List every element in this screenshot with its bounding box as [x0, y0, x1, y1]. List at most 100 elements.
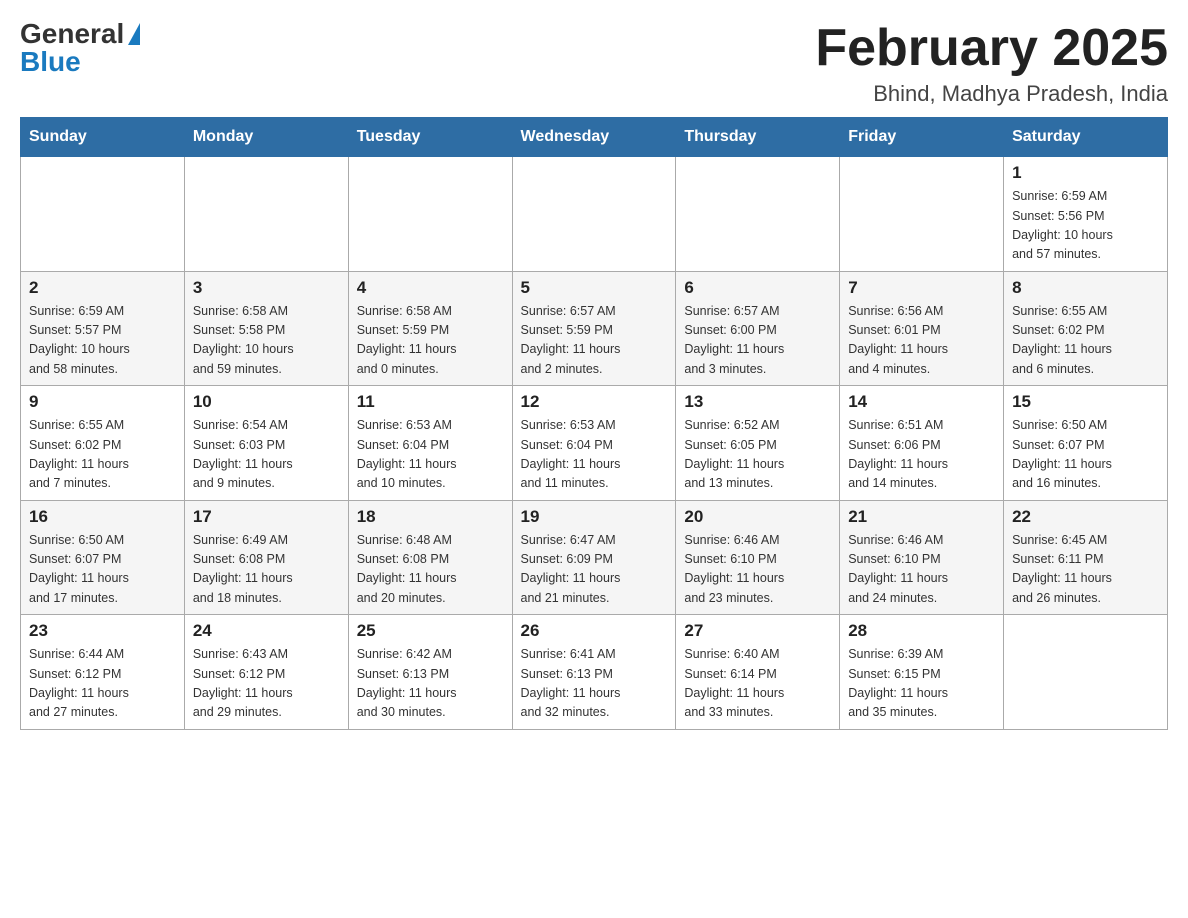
- day-number: 20: [684, 507, 831, 527]
- day-number: 3: [193, 278, 340, 298]
- day-number: 1: [1012, 163, 1159, 183]
- day-number: 7: [848, 278, 995, 298]
- day-number: 16: [29, 507, 176, 527]
- day-info: Sunrise: 6:53 AMSunset: 6:04 PMDaylight:…: [357, 416, 504, 494]
- day-number: 5: [521, 278, 668, 298]
- day-number: 10: [193, 392, 340, 412]
- calendar-table: SundayMondayTuesdayWednesdayThursdayFrid…: [20, 117, 1168, 730]
- day-info: Sunrise: 6:43 AMSunset: 6:12 PMDaylight:…: [193, 645, 340, 723]
- title-section: February 2025 Bhind, Madhya Pradesh, Ind…: [815, 20, 1168, 107]
- day-info: Sunrise: 6:41 AMSunset: 6:13 PMDaylight:…: [521, 645, 668, 723]
- day-info: Sunrise: 6:48 AMSunset: 6:08 PMDaylight:…: [357, 531, 504, 609]
- header-sunday: Sunday: [21, 118, 185, 157]
- day-number: 28: [848, 621, 995, 641]
- header-thursday: Thursday: [676, 118, 840, 157]
- day-info: Sunrise: 6:49 AMSunset: 6:08 PMDaylight:…: [193, 531, 340, 609]
- calendar-cell: 6 Sunrise: 6:57 AMSunset: 6:00 PMDaylight…: [676, 271, 840, 386]
- calendar-cell: 2 Sunrise: 6:59 AMSunset: 5:57 PMDaylight…: [21, 271, 185, 386]
- day-number: 14: [848, 392, 995, 412]
- day-info: Sunrise: 6:50 AMSunset: 6:07 PMDaylight:…: [29, 531, 176, 609]
- calendar-cell: 8Sunrise: 6:55 AMSunset: 6:02 PMDaylight…: [1004, 271, 1168, 386]
- logo-blue-text: Blue: [20, 48, 81, 76]
- day-number: 22: [1012, 507, 1159, 527]
- calendar-cell: 24 Sunrise: 6:43 AMSunset: 6:12 PMDayligh…: [184, 615, 348, 730]
- calendar-week-5: 23 Sunrise: 6:44 AMSunset: 6:12 PMDayligh…: [21, 615, 1168, 730]
- calendar-cell: 12 Sunrise: 6:53 AMSunset: 6:04 PMDayligh…: [512, 386, 676, 501]
- calendar-cell: [21, 157, 185, 272]
- day-number: 15: [1012, 392, 1159, 412]
- calendar-cell: 16 Sunrise: 6:50 AMSunset: 6:07 PMDayligh…: [21, 500, 185, 615]
- calendar-cell: 20 Sunrise: 6:46 AMSunset: 6:10 PMDayligh…: [676, 500, 840, 615]
- day-info: Sunrise: 6:42 AMSunset: 6:13 PMDaylight:…: [357, 645, 504, 723]
- calendar-cell: [512, 157, 676, 272]
- calendar-header-row: SundayMondayTuesdayWednesdayThursdayFrid…: [21, 118, 1168, 157]
- day-info: Sunrise: 6:44 AMSunset: 6:12 PMDaylight:…: [29, 645, 176, 723]
- calendar-cell: 26 Sunrise: 6:41 AMSunset: 6:13 PMDayligh…: [512, 615, 676, 730]
- day-info: Sunrise: 6:57 AMSunset: 6:00 PMDaylight:…: [684, 302, 831, 380]
- day-info: Sunrise: 6:39 AMSunset: 6:15 PMDaylight:…: [848, 645, 995, 723]
- day-info: Sunrise: 6:58 AMSunset: 5:59 PMDaylight:…: [357, 302, 504, 380]
- calendar-cell: [1004, 615, 1168, 730]
- calendar-cell: [348, 157, 512, 272]
- day-info: Sunrise: 6:50 AMSunset: 6:07 PMDaylight:…: [1012, 416, 1159, 494]
- day-info: Sunrise: 6:55 AMSunset: 6:02 PMDaylight:…: [29, 416, 176, 494]
- header-wednesday: Wednesday: [512, 118, 676, 157]
- calendar-cell: [676, 157, 840, 272]
- calendar-cell: 9 Sunrise: 6:55 AMSunset: 6:02 PMDaylight…: [21, 386, 185, 501]
- calendar-cell: 5Sunrise: 6:57 AMSunset: 5:59 PMDaylight…: [512, 271, 676, 386]
- day-info: Sunrise: 6:59 AMSunset: 5:57 PMDaylight:…: [29, 302, 176, 380]
- day-number: 4: [357, 278, 504, 298]
- calendar-week-1: 1 Sunrise: 6:59 AMSunset: 5:56 PMDaylight…: [21, 157, 1168, 272]
- day-info: Sunrise: 6:53 AMSunset: 6:04 PMDaylight:…: [521, 416, 668, 494]
- day-number: 6: [684, 278, 831, 298]
- calendar-cell: [840, 157, 1004, 272]
- calendar-week-4: 16 Sunrise: 6:50 AMSunset: 6:07 PMDayligh…: [21, 500, 1168, 615]
- day-info: Sunrise: 6:47 AMSunset: 6:09 PMDaylight:…: [521, 531, 668, 609]
- month-title: February 2025: [815, 20, 1168, 77]
- page-header: General Blue February 2025 Bhind, Madhya…: [20, 20, 1168, 107]
- calendar-cell: 15 Sunrise: 6:50 AMSunset: 6:07 PMDayligh…: [1004, 386, 1168, 501]
- day-number: 18: [357, 507, 504, 527]
- day-number: 13: [684, 392, 831, 412]
- day-info: Sunrise: 6:51 AMSunset: 6:06 PMDaylight:…: [848, 416, 995, 494]
- day-number: 12: [521, 392, 668, 412]
- day-info: Sunrise: 6:59 AMSunset: 5:56 PMDaylight:…: [1012, 187, 1159, 265]
- calendar-cell: 14 Sunrise: 6:51 AMSunset: 6:06 PMDayligh…: [840, 386, 1004, 501]
- calendar-cell: 22 Sunrise: 6:45 AMSunset: 6:11 PMDayligh…: [1004, 500, 1168, 615]
- day-number: 25: [357, 621, 504, 641]
- calendar-cell: 10 Sunrise: 6:54 AMSunset: 6:03 PMDayligh…: [184, 386, 348, 501]
- calendar-cell: 25 Sunrise: 6:42 AMSunset: 6:13 PMDayligh…: [348, 615, 512, 730]
- header-saturday: Saturday: [1004, 118, 1168, 157]
- calendar-cell: 7Sunrise: 6:56 AMSunset: 6:01 PMDaylight…: [840, 271, 1004, 386]
- day-number: 2: [29, 278, 176, 298]
- calendar-cell: 17 Sunrise: 6:49 AMSunset: 6:08 PMDayligh…: [184, 500, 348, 615]
- day-number: 26: [521, 621, 668, 641]
- day-info: Sunrise: 6:45 AMSunset: 6:11 PMDaylight:…: [1012, 531, 1159, 609]
- calendar-cell: 3 Sunrise: 6:58 AMSunset: 5:58 PMDaylight…: [184, 271, 348, 386]
- logo-triangle-icon: [128, 23, 140, 45]
- calendar-cell: 1 Sunrise: 6:59 AMSunset: 5:56 PMDaylight…: [1004, 157, 1168, 272]
- day-number: 21: [848, 507, 995, 527]
- day-number: 24: [193, 621, 340, 641]
- day-number: 27: [684, 621, 831, 641]
- calendar-cell: 21 Sunrise: 6:46 AMSunset: 6:10 PMDayligh…: [840, 500, 1004, 615]
- day-info: Sunrise: 6:55 AMSunset: 6:02 PMDaylight:…: [1012, 302, 1159, 380]
- logo: General Blue: [20, 20, 140, 76]
- calendar-cell: 11 Sunrise: 6:53 AMSunset: 6:04 PMDayligh…: [348, 386, 512, 501]
- calendar-cell: [184, 157, 348, 272]
- day-number: 17: [193, 507, 340, 527]
- location-title: Bhind, Madhya Pradesh, India: [815, 81, 1168, 107]
- calendar-week-3: 9 Sunrise: 6:55 AMSunset: 6:02 PMDaylight…: [21, 386, 1168, 501]
- day-info: Sunrise: 6:46 AMSunset: 6:10 PMDaylight:…: [848, 531, 995, 609]
- day-number: 11: [357, 392, 504, 412]
- day-info: Sunrise: 6:58 AMSunset: 5:58 PMDaylight:…: [193, 302, 340, 380]
- header-monday: Monday: [184, 118, 348, 157]
- day-number: 23: [29, 621, 176, 641]
- day-info: Sunrise: 6:54 AMSunset: 6:03 PMDaylight:…: [193, 416, 340, 494]
- day-number: 9: [29, 392, 176, 412]
- calendar-cell: 4 Sunrise: 6:58 AMSunset: 5:59 PMDaylight…: [348, 271, 512, 386]
- day-info: Sunrise: 6:46 AMSunset: 6:10 PMDaylight:…: [684, 531, 831, 609]
- calendar-week-2: 2 Sunrise: 6:59 AMSunset: 5:57 PMDaylight…: [21, 271, 1168, 386]
- logo-general-text: General: [20, 20, 124, 48]
- calendar-cell: 23 Sunrise: 6:44 AMSunset: 6:12 PMDayligh…: [21, 615, 185, 730]
